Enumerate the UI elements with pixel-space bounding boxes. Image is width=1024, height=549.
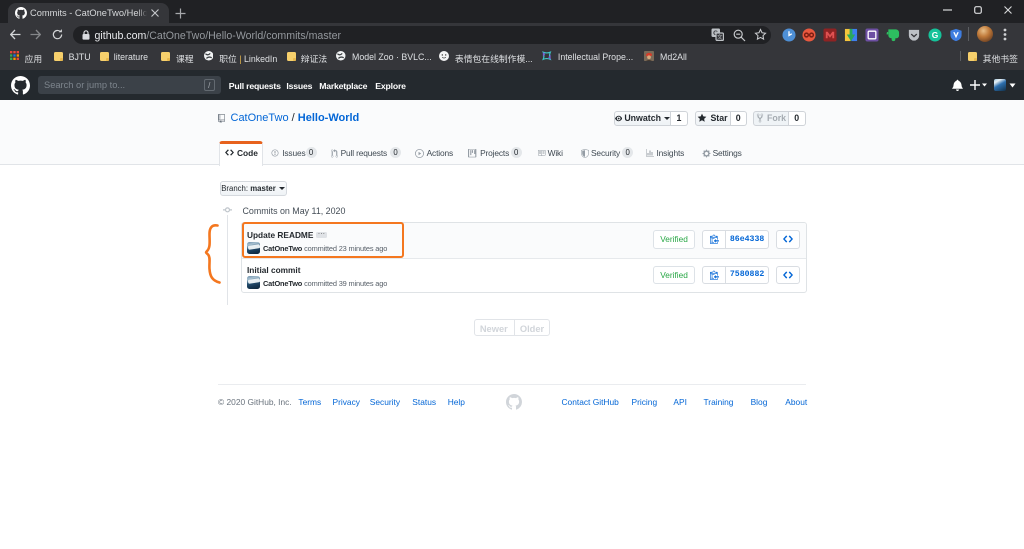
svg-text:文: 文 <box>717 33 723 41</box>
svg-text:G: G <box>931 29 938 39</box>
